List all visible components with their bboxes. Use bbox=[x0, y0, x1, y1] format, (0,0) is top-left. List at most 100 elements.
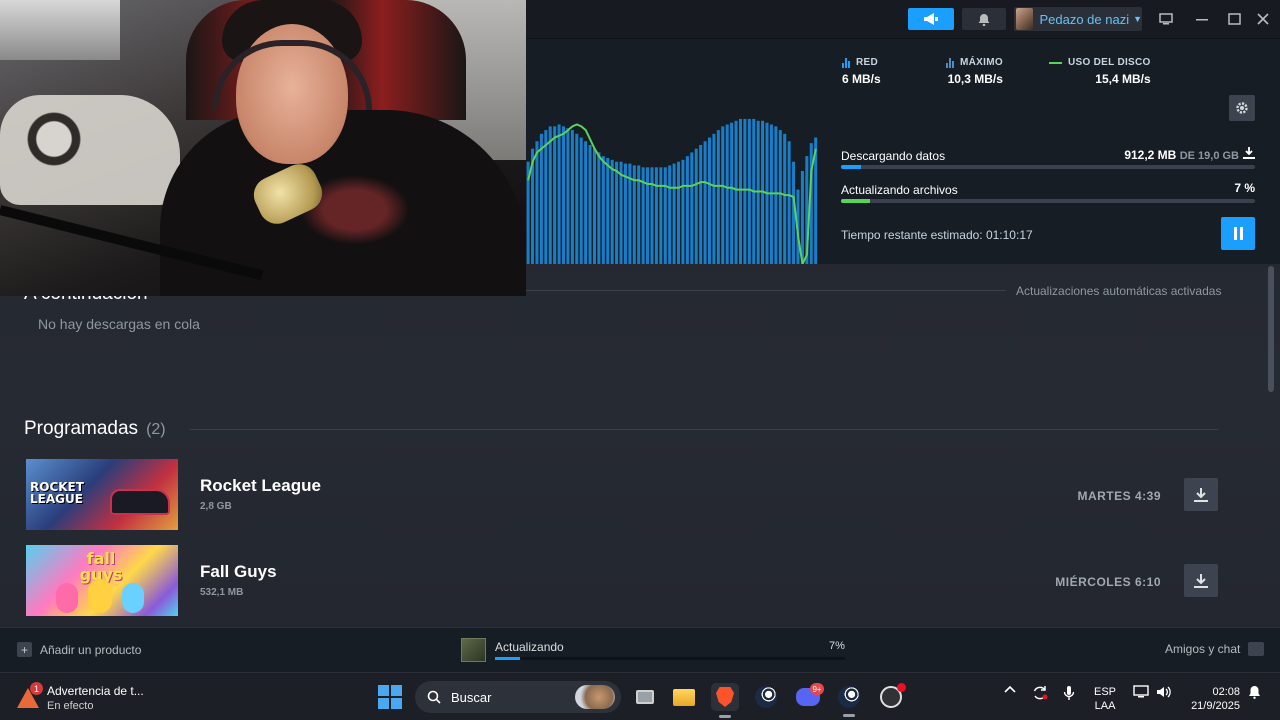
game-row-rocket-league[interactable]: ROCKET LEAGUE Rocket League 2,8 GB MARTE… bbox=[26, 459, 1218, 531]
game-cover-fall-guys[interactable]: fall guys bbox=[26, 545, 178, 616]
chevron-up-icon bbox=[1004, 685, 1016, 693]
footer-download-status[interactable]: Actualizando bbox=[495, 640, 564, 654]
network-bar bbox=[668, 165, 672, 264]
network-label: RED bbox=[856, 57, 879, 68]
download-data-done: 912,2 MB bbox=[1124, 148, 1177, 162]
search-highlight-image bbox=[575, 685, 615, 709]
steam-window-button[interactable] bbox=[835, 683, 863, 711]
maximize-button[interactable] bbox=[1224, 8, 1244, 30]
update-files-bar-fill bbox=[841, 199, 870, 203]
update-files-bar bbox=[841, 199, 1255, 203]
notifications-button[interactable] bbox=[962, 8, 1006, 30]
bell-icon bbox=[978, 13, 990, 26]
download-data-amount: 912,2 MB DE 19,0 GB bbox=[1124, 147, 1255, 162]
alert-badge: 1 bbox=[30, 682, 43, 695]
minimize-button[interactable] bbox=[1192, 8, 1212, 30]
download-icon bbox=[1243, 147, 1255, 162]
network-bar bbox=[734, 120, 738, 264]
language-code: ESP bbox=[1094, 686, 1117, 698]
update-files-progress: Actualizando archivos 7 % bbox=[841, 181, 1255, 203]
close-button[interactable] bbox=[1253, 8, 1273, 30]
game-schedule: MARTES 4:39 bbox=[1077, 489, 1161, 503]
windows-logo-icon bbox=[378, 685, 389, 696]
network-bar bbox=[553, 126, 557, 264]
file-explorer-button[interactable] bbox=[670, 683, 698, 711]
game-title[interactable]: Fall Guys bbox=[200, 562, 277, 582]
network-icon bbox=[1133, 685, 1149, 698]
network-bar bbox=[681, 159, 685, 264]
download-now-button[interactable] bbox=[1184, 564, 1218, 597]
download-settings-button[interactable] bbox=[1229, 95, 1255, 121]
steam-taskbar-button[interactable] bbox=[752, 683, 780, 711]
network-bar bbox=[778, 130, 782, 264]
game-cover-rocket-league[interactable]: ROCKET LEAGUE bbox=[26, 459, 178, 530]
clock-date: 21/9/2025 bbox=[1191, 700, 1240, 712]
network-bars-icon bbox=[842, 57, 850, 68]
game-row-fall-guys[interactable]: fall guys Fall Guys 532,1 MB MIÉRCOLES 6… bbox=[26, 545, 1218, 617]
footer-download-pct: 7% bbox=[829, 640, 845, 652]
microphone-tray-button[interactable] bbox=[1061, 685, 1077, 701]
network-bar bbox=[539, 133, 543, 264]
windows-logo-pane bbox=[391, 698, 402, 709]
download-data-progress: Descargando datos 912,2 MB DE 19,0 GB bbox=[841, 147, 1255, 169]
webcam-overlay bbox=[0, 0, 526, 296]
add-product-button[interactable]: + Añadir un producto bbox=[17, 642, 141, 657]
scrollbar-thumb[interactable] bbox=[1268, 266, 1274, 392]
network-bar bbox=[615, 161, 619, 264]
start-button[interactable] bbox=[378, 685, 402, 709]
network-bar bbox=[703, 141, 707, 264]
sync-icon bbox=[1033, 686, 1048, 700]
network-bar bbox=[570, 130, 574, 264]
network-value: 6 MB/s bbox=[842, 72, 881, 86]
network-bar bbox=[707, 137, 712, 264]
network-bar bbox=[601, 156, 605, 264]
network-bar bbox=[685, 156, 689, 264]
download-now-button[interactable] bbox=[1184, 478, 1218, 511]
taskbar-search[interactable]: Buscar bbox=[415, 681, 621, 713]
clock[interactable]: 02:08 21/9/2025 bbox=[1186, 685, 1240, 713]
network-bar bbox=[787, 141, 791, 264]
profile-menu[interactable]: Pedazo de nazi ▼ bbox=[1014, 7, 1142, 31]
peak-value: 10,3 MB/s bbox=[947, 72, 1003, 86]
brave-lion-icon bbox=[716, 687, 734, 707]
gear-icon bbox=[1236, 102, 1248, 114]
search-label: Buscar bbox=[451, 689, 492, 705]
maximize-icon bbox=[1227, 13, 1241, 25]
input-language-button[interactable]: ESP LAA bbox=[1094, 685, 1116, 713]
download-icon bbox=[1194, 487, 1208, 502]
search-icon bbox=[427, 690, 441, 704]
volume-tray-button[interactable] bbox=[1155, 685, 1173, 699]
network-bar bbox=[694, 148, 698, 264]
bell-icon bbox=[1248, 686, 1260, 699]
task-view-button[interactable] bbox=[631, 683, 659, 711]
steam-footer: + Añadir un producto Actualizando 7% Ami… bbox=[0, 627, 1280, 672]
sync-tray-button[interactable] bbox=[1030, 685, 1050, 701]
pause-button[interactable] bbox=[1221, 217, 1255, 250]
friends-chat-button[interactable]: Amigos y chat bbox=[1165, 642, 1265, 656]
network-tray-button[interactable] bbox=[1132, 685, 1150, 699]
current-game-thumbnail[interactable] bbox=[461, 638, 486, 662]
brave-browser-button[interactable] bbox=[711, 683, 739, 711]
network-bar bbox=[646, 167, 650, 264]
cover-text: ROCKET LEAGUE bbox=[30, 480, 84, 506]
minimize-icon bbox=[1196, 19, 1208, 21]
network-bar bbox=[747, 118, 751, 264]
show-hidden-icons-button[interactable] bbox=[1002, 685, 1018, 693]
network-bar bbox=[535, 141, 539, 264]
notification-center-button[interactable] bbox=[1246, 685, 1262, 699]
weather-alert-widget[interactable]: 1 Advertencia de t... En efecto bbox=[17, 682, 157, 714]
folder-icon bbox=[673, 688, 695, 706]
big-picture-button[interactable] bbox=[1156, 8, 1176, 30]
network-bar bbox=[783, 133, 787, 264]
windows-logo-pane bbox=[378, 698, 389, 709]
footer-progress-fill bbox=[495, 657, 520, 660]
network-bar bbox=[721, 126, 725, 264]
peak-label: MÁXIMO bbox=[960, 57, 1003, 68]
game-title[interactable]: Rocket League bbox=[200, 476, 321, 496]
network-bar bbox=[650, 167, 654, 264]
announcements-button[interactable] bbox=[908, 8, 954, 30]
download-data-bar-fill bbox=[841, 165, 861, 169]
peak-bars-icon bbox=[946, 57, 954, 68]
network-bar bbox=[561, 126, 566, 264]
network-bar bbox=[588, 144, 592, 264]
